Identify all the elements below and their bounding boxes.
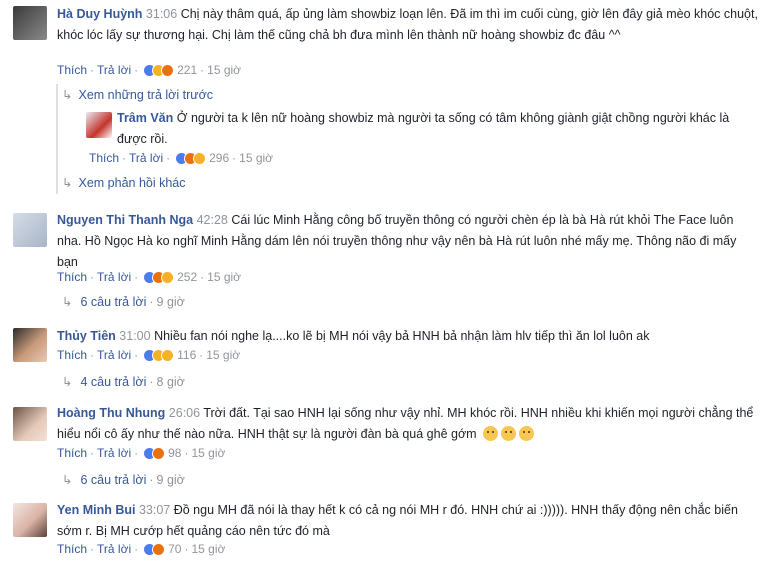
reaction-count: 70 xyxy=(168,542,182,556)
avatar[interactable] xyxy=(13,213,47,247)
comment-time: 31:00 xyxy=(119,329,151,343)
reaction-count: 116 xyxy=(177,348,197,362)
comment-age: 15 giờ xyxy=(207,63,242,77)
like-button[interactable]: Thích xyxy=(57,270,87,284)
comment-age: 15 giờ xyxy=(191,446,226,460)
reactions[interactable] xyxy=(143,64,175,80)
view-replies-link[interactable]: ↳ 6 câu trả lời · 9 giờ xyxy=(62,294,185,309)
comment-age: 15 giờ xyxy=(191,542,226,556)
comment-text: Nhiều fan nói nghe lạ....ko lẽ bị MH nói… xyxy=(154,329,650,343)
view-replies-link[interactable]: ↳ 4 câu trả lời · 8 giờ xyxy=(62,374,185,389)
frown-emoji-icon xyxy=(483,426,499,441)
reply-arrow-icon: ↳ xyxy=(62,88,73,102)
reply-button[interactable]: Trả lời xyxy=(97,348,131,362)
commenter-name[interactable]: Hà Duy Huỳnh xyxy=(57,7,142,21)
reactions[interactable] xyxy=(143,349,175,365)
commenter-name[interactable]: Thủy Tiên xyxy=(57,329,116,343)
commenter-name[interactable]: Hoàng Thu Nhung xyxy=(57,406,165,420)
like-button[interactable]: Thích xyxy=(57,542,87,556)
reaction-count: 296 xyxy=(209,151,230,165)
like-button[interactable]: Thích xyxy=(57,446,87,460)
reactions[interactable] xyxy=(143,271,175,287)
reply-arrow-icon: ↳ xyxy=(62,176,73,190)
reaction-count: 98 xyxy=(168,446,182,460)
thread-line xyxy=(56,84,58,194)
reply-button[interactable]: Trả lời xyxy=(97,63,131,77)
comment-age: 15 giờ xyxy=(239,151,274,165)
comment-age: 15 giờ xyxy=(207,270,242,284)
comment-text: Ở người ta k lên nữ hoàng showbiz mà ngư… xyxy=(117,111,730,146)
avatar[interactable] xyxy=(13,328,47,362)
like-button[interactable]: Thích xyxy=(89,151,119,165)
reply-button[interactable]: Trả lời xyxy=(97,446,131,460)
view-more-replies-link[interactable]: ↳ Xem phản hồi khác xyxy=(62,175,186,190)
frown-emoji-icon xyxy=(501,426,517,441)
commenter-name[interactable]: Yen Minh Bui xyxy=(57,503,135,517)
angry-icon xyxy=(152,447,166,460)
comment-time: 26:06 xyxy=(168,406,201,420)
commenter-name[interactable]: Trâm Văn xyxy=(117,111,173,125)
reply-button[interactable]: Trả lời xyxy=(129,151,163,165)
haha-icon xyxy=(193,152,207,165)
angry-icon xyxy=(152,543,166,556)
comment-time: 42:28 xyxy=(196,213,228,227)
avatar[interactable] xyxy=(13,6,47,40)
avatar[interactable] xyxy=(13,407,47,441)
comment-time: 33:07 xyxy=(138,503,171,517)
comment-age: 15 giờ xyxy=(206,348,241,362)
angry-icon xyxy=(161,64,175,77)
like-button[interactable]: Thích xyxy=(57,348,87,362)
view-replies-link[interactable]: ↳ 6 câu trả lời · 9 giờ xyxy=(62,472,185,487)
reaction-count: 221 xyxy=(177,63,198,77)
reply-arrow-icon: ↳ xyxy=(62,295,73,309)
reactions[interactable] xyxy=(143,447,166,463)
haha-icon xyxy=(161,271,175,284)
avatar[interactable] xyxy=(13,503,47,537)
reactions[interactable] xyxy=(143,543,166,559)
haha-icon xyxy=(161,349,175,362)
reactions[interactable] xyxy=(175,152,207,168)
reply-button[interactable]: Trả lời xyxy=(97,542,131,556)
reply-arrow-icon: ↳ xyxy=(62,473,73,487)
commenter-name[interactable]: Nguyen Thi Thanh Nga xyxy=(57,213,193,227)
reply-button[interactable]: Trả lời xyxy=(97,270,131,284)
comment-time: 31:06 xyxy=(145,7,178,21)
like-button[interactable]: Thích xyxy=(57,63,87,77)
reply-arrow-icon: ↳ xyxy=(62,375,73,389)
frown-emoji-icon xyxy=(519,426,535,441)
reaction-count: 252 xyxy=(177,270,198,284)
view-previous-replies-link[interactable]: ↳ Xem những trả lời trước xyxy=(62,87,213,102)
avatar[interactable] xyxy=(86,112,112,138)
